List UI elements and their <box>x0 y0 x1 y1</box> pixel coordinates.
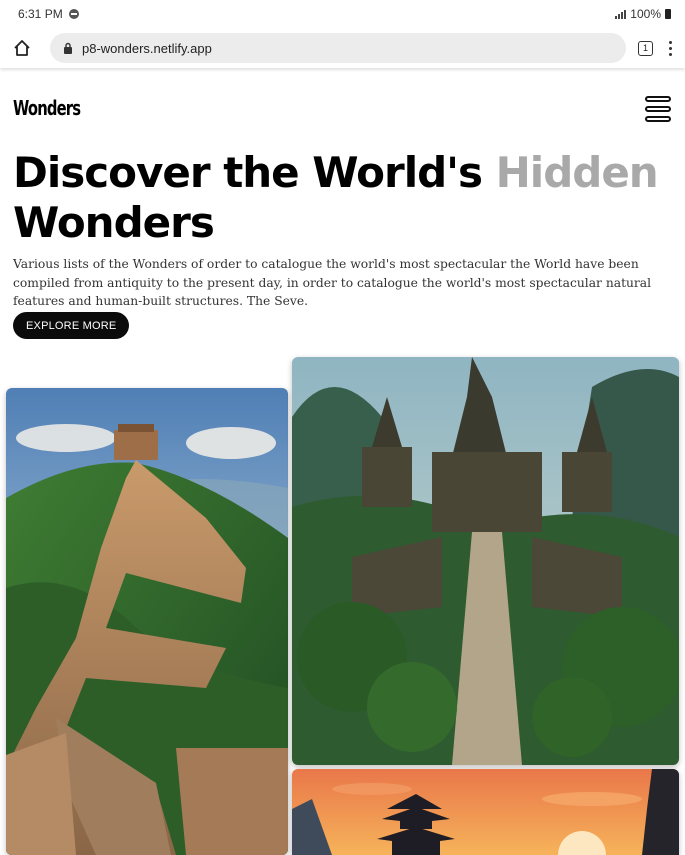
sunset-pagoda-image[interactable] <box>292 769 679 855</box>
url-text: p8-wonders.netlify.app <box>82 40 212 56</box>
jungle-temple-image[interactable] <box>292 357 679 765</box>
great-wall-image[interactable] <box>6 388 288 855</box>
hero-title-muted: Hidden <box>495 148 659 197</box>
site-header: Wonders <box>13 96 673 126</box>
status-left: 6:31 PM <box>18 7 79 21</box>
hero-title-line2: Wonders <box>13 198 215 247</box>
lock-icon <box>62 42 74 54</box>
home-icon <box>14 40 30 56</box>
hero-title-main: Discover the World's <box>13 148 496 197</box>
site-logo[interactable]: Wonders <box>13 96 81 120</box>
status-bar: 6:31 PM 100% <box>0 0 685 28</box>
signal-icon <box>615 9 627 19</box>
notification-icon <box>68 9 79 19</box>
tab-switcher-button[interactable]: 1 <box>638 40 653 56</box>
browser-menu-button[interactable] <box>667 40 673 56</box>
hamburger-menu-icon[interactable] <box>645 96 671 122</box>
home-button[interactable] <box>12 38 32 58</box>
address-bar[interactable]: p8-wonders.netlify.app <box>50 33 626 63</box>
battery-percent: 100% <box>630 7 661 21</box>
status-time: 6:31 PM <box>18 7 63 21</box>
explore-more-button[interactable]: EXPLORE MORE <box>13 312 130 339</box>
battery-icon <box>665 9 671 19</box>
hero-title: Discover the World's Hidden Wonders <box>13 148 673 248</box>
browser-toolbar: p8-wonders.netlify.app 1 <box>0 28 685 68</box>
hero-description: Various lists of the Wonders of order to… <box>13 257 652 308</box>
status-right: 100% <box>615 7 671 21</box>
